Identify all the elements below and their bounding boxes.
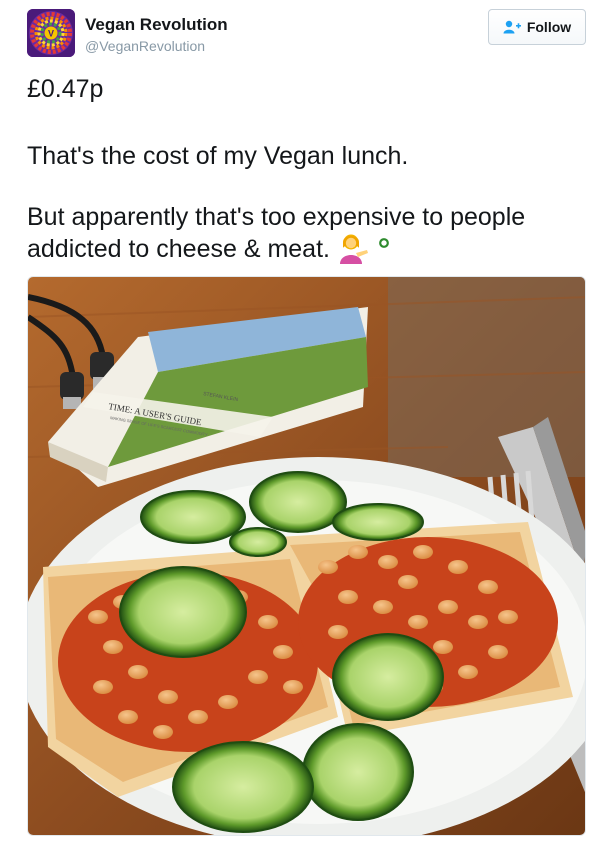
avatar[interactable]: V [27, 9, 75, 57]
vegan-revolution-logo-icon: V [27, 9, 75, 57]
follow-button[interactable]: Follow [488, 9, 586, 45]
tweet-text-line: addicted to cheese & meat. [27, 235, 330, 263]
display-name[interactable]: Vegan Revolution [85, 15, 228, 35]
person-tipping-hand-emoji-icon [339, 234, 389, 264]
add-user-icon [503, 20, 521, 34]
tweet-photo[interactable]: TIME: A USER'S GUIDE STEFAN KLEIN MAKING… [27, 276, 586, 836]
lunch-photo-image: TIME: A USER'S GUIDE STEFAN KLEIN MAKING… [28, 277, 585, 835]
tweet-text-line: But apparently that's too expensive to p… [27, 203, 526, 231]
tweet-text-line-with-emoji: addicted to cheese & meat. [27, 232, 397, 266]
follow-label: Follow [526, 19, 572, 35]
tweet-header: V Vegan Revolution @VeganRevolution Foll… [0, 0, 601, 70]
tweet-text-price: £0.47p [27, 75, 104, 103]
tweet-text-line: That's the cost of my Vegan lunch. [27, 142, 409, 170]
user-handle[interactable]: @VeganRevolution [85, 38, 205, 54]
svg-text:V: V [48, 29, 54, 39]
